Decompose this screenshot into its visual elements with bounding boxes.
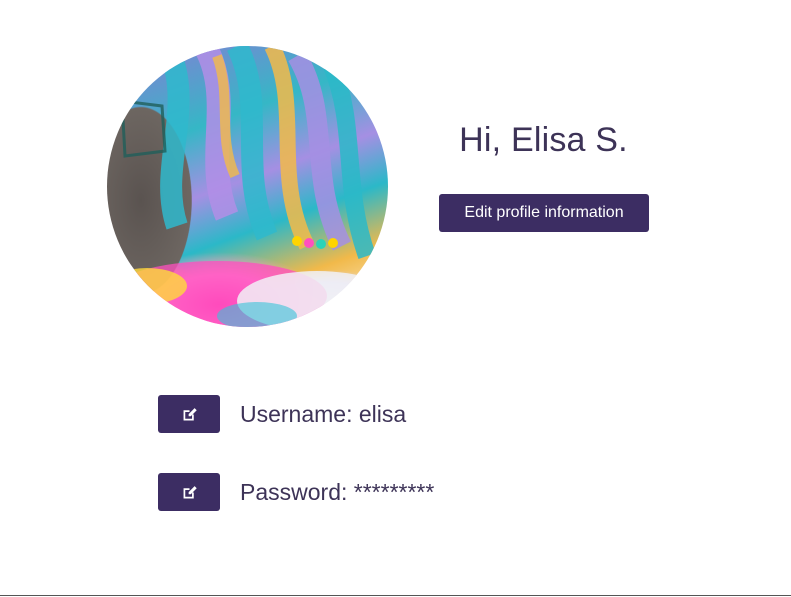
edit-password-button[interactable]: [158, 473, 220, 511]
password-row: Password: *********: [158, 473, 434, 511]
edit-icon: [183, 407, 197, 420]
username-text: Username: elisa: [240, 400, 407, 427]
profile-avatar: [107, 46, 388, 327]
password-text: Password: *********: [240, 478, 435, 505]
avatar-illustration: [107, 46, 388, 327]
bottom-divider: [0, 595, 791, 596]
edit-username-button[interactable]: [158, 395, 220, 433]
edit-icon: [183, 485, 197, 498]
greeting-heading: Hi, Elisa S.: [459, 121, 628, 159]
username-row: Username: elisa: [158, 395, 406, 433]
edit-profile-button[interactable]: Edit profile information: [439, 194, 649, 232]
